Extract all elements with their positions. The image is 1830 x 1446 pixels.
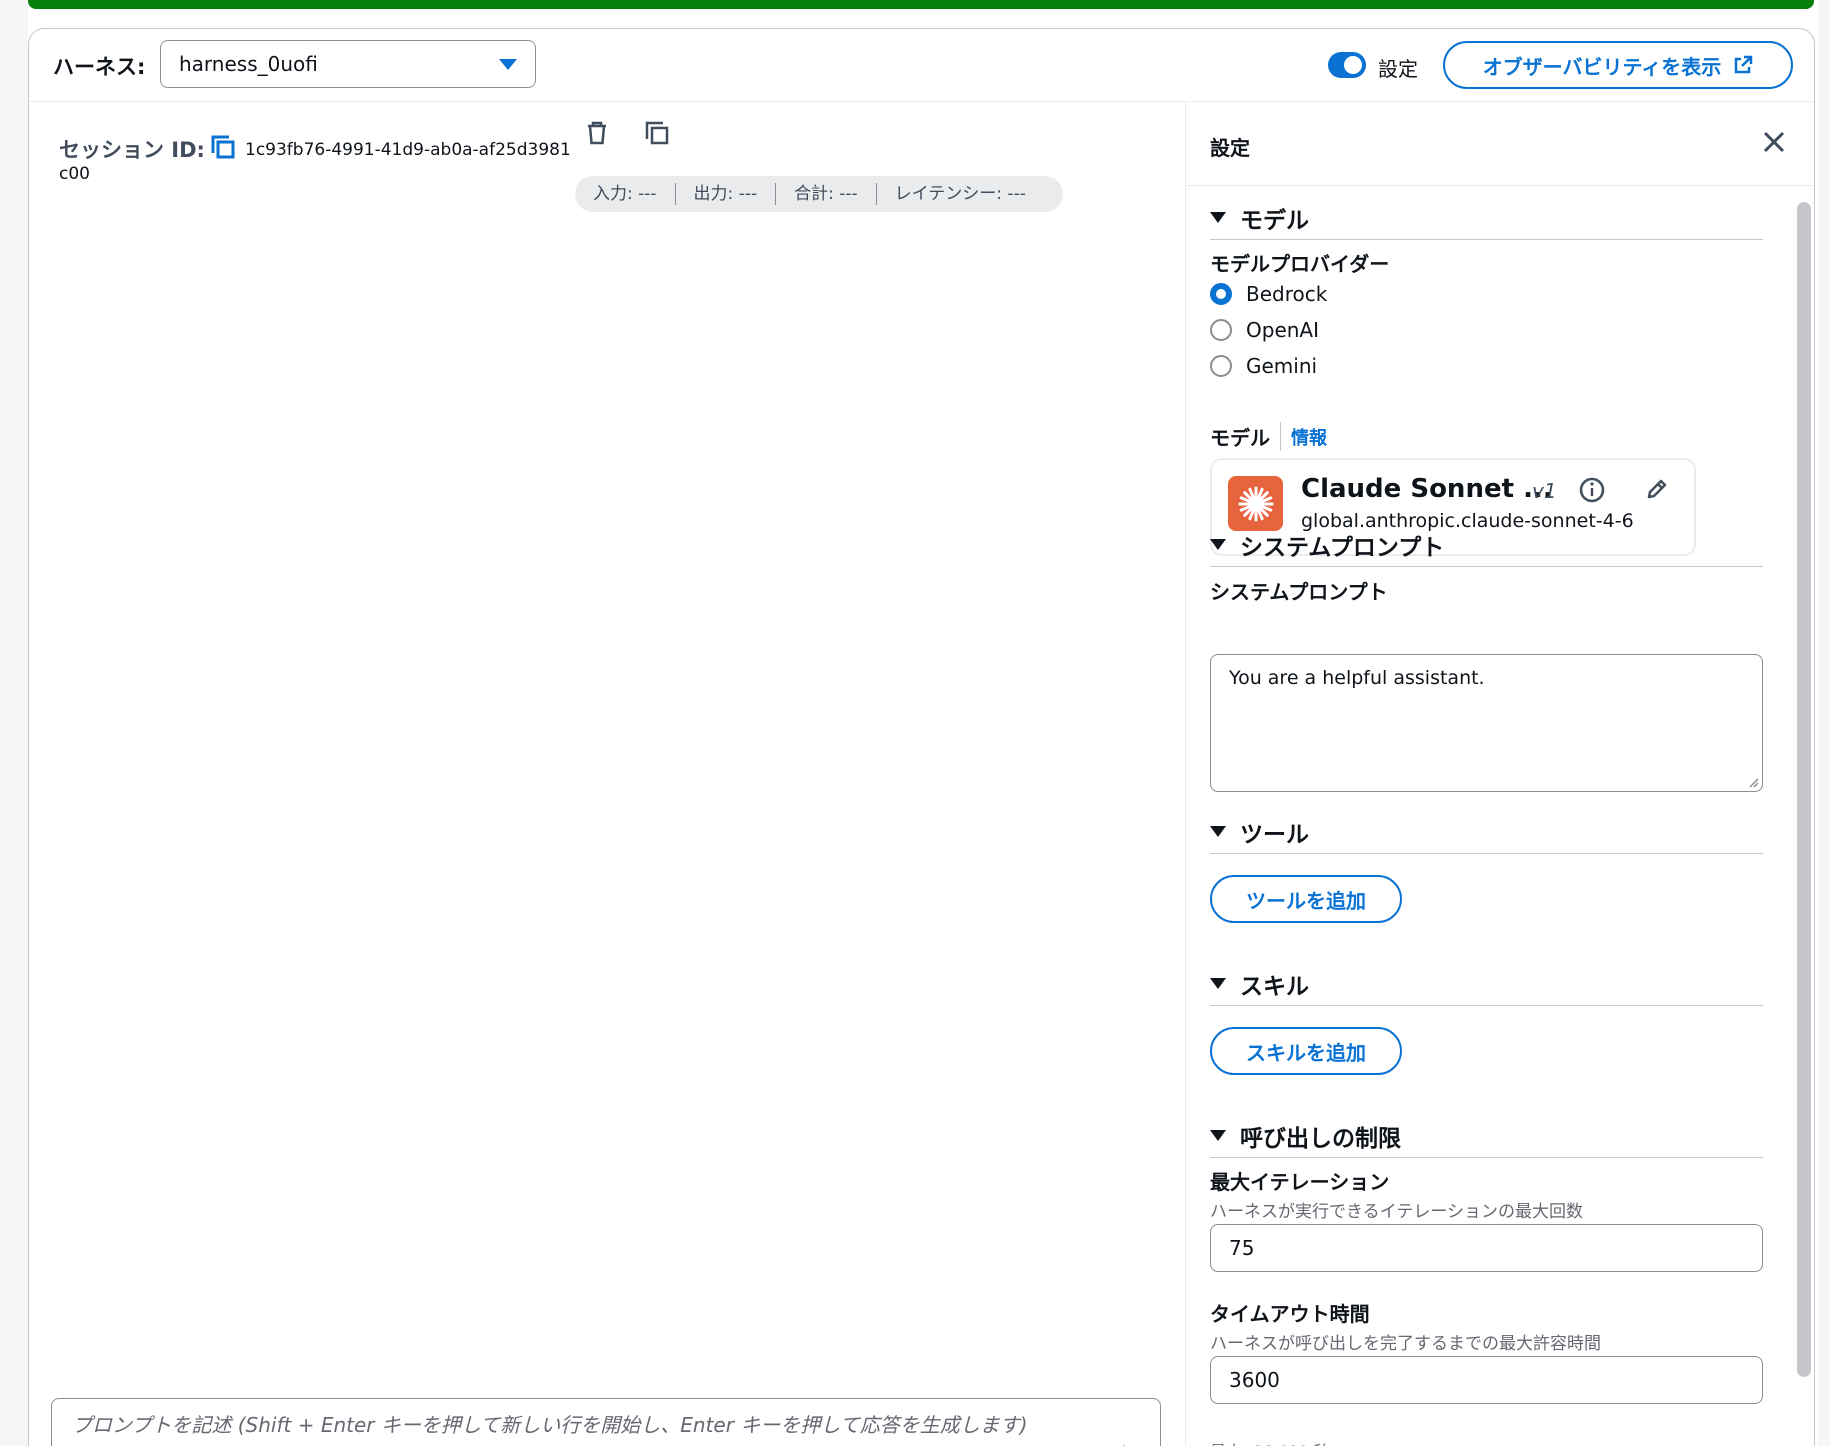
timeout-input[interactable]: 3600 xyxy=(1210,1356,1763,1404)
model-label-row: モデル 情報 xyxy=(1210,422,1327,451)
send-icon[interactable] xyxy=(1120,1441,1144,1446)
panel-header: ハーネス: harness_0uofi 設定 オブザーバビリティを表示 xyxy=(29,29,1814,102)
close-icon[interactable] xyxy=(1760,128,1788,156)
max-iterations-label: 最大イテレーション xyxy=(1210,1170,1390,1194)
radio-label: Bedrock xyxy=(1246,282,1328,306)
system-prompt-value: You are a helpful assistant. xyxy=(1229,667,1485,689)
add-tool-button[interactable]: ツールを追加 xyxy=(1210,875,1402,923)
harness-select[interactable]: harness_0uofi xyxy=(160,40,536,88)
model-version: v1 xyxy=(1532,479,1557,503)
settings-toggle-label: 設定 xyxy=(1378,57,1418,81)
timeout-label: タイムアウト時間 xyxy=(1210,1302,1370,1326)
triangle-down-icon xyxy=(1210,212,1226,223)
session-id-value: 1c93fb76-4991-41d9-ab0a-af25d3981 xyxy=(245,140,571,160)
chat-area: セッション ID: 1c93fb76-4991-41d9-ab0a-af25d3… xyxy=(29,102,1186,1446)
max-iterations-description: ハーネスが実行できるイテレーションの最大回数 xyxy=(1210,1202,1583,1222)
scrollbar[interactable] xyxy=(1797,202,1811,1377)
radio-label: OpenAI xyxy=(1246,318,1319,342)
external-link-icon xyxy=(1735,55,1753,74)
model-provider-label: モデルプロバイダー xyxy=(1210,252,1390,276)
triangle-down-icon xyxy=(1210,978,1226,989)
harness-select-value: harness_0uofi xyxy=(179,52,318,76)
settings-panel: 設定 モデル モデルプロバイダー Bedrock OpenAI Gemini モ… xyxy=(1186,102,1814,1446)
harness-playground-panel: ハーネス: harness_0uofi 設定 オブザーバビリティを表示 セッショ… xyxy=(28,28,1815,1446)
edit-icon[interactable] xyxy=(1644,476,1670,502)
add-skill-button[interactable]: スキルを追加 xyxy=(1210,1027,1402,1075)
view-observability-label: オブザーバビリティを表示 xyxy=(1482,54,1722,79)
model-section-header[interactable]: モデル xyxy=(1210,196,1763,240)
model-label: モデル xyxy=(1210,422,1281,451)
max-iterations-value: 75 xyxy=(1229,1236,1255,1260)
system-prompt-section-title: システムプロンプト xyxy=(1240,534,1445,561)
radio-label: Gemini xyxy=(1246,354,1318,378)
settings-title: 設定 xyxy=(1210,136,1250,160)
triangle-down-icon xyxy=(1210,539,1226,550)
model-name: Claude Sonnet ... xyxy=(1301,474,1553,504)
tools-section-title: ツール xyxy=(1240,821,1309,848)
triangle-down-icon xyxy=(1210,1130,1226,1141)
system-prompt-section-header[interactable]: システムプロンプト xyxy=(1210,523,1763,567)
radio-button xyxy=(1210,319,1232,341)
skills-section-title: スキル xyxy=(1240,973,1309,1000)
model-section-title: モデル xyxy=(1240,207,1309,234)
tools-section-header[interactable]: ツール xyxy=(1210,810,1763,854)
radio-gemini[interactable]: Gemini xyxy=(1210,354,1317,378)
caret-down-icon xyxy=(499,58,517,70)
prompt-placeholder: プロンプトを記述 (Shift + Enter キーを押して新しい行を開始し、E… xyxy=(72,1413,1028,1437)
metric-latency: レイテンシー: --- xyxy=(894,184,1026,204)
session-id-label: セッション ID: xyxy=(59,138,205,162)
radio-button xyxy=(1210,355,1232,377)
triangle-down-icon xyxy=(1210,826,1226,837)
trash-icon[interactable] xyxy=(582,118,612,148)
add-tool-label: ツールを追加 xyxy=(1246,888,1366,913)
system-prompt-textarea[interactable]: You are a helpful assistant. xyxy=(1210,654,1763,792)
info-icon[interactable] xyxy=(1578,476,1606,504)
limits-section-title: 呼び出しの制限 xyxy=(1240,1125,1401,1152)
info-link[interactable]: 情報 xyxy=(1281,424,1327,450)
timeout-value: 3600 xyxy=(1229,1368,1280,1392)
metric-input: 入力: --- xyxy=(575,183,676,205)
token-metrics-bar: 入力: --- 出力: --- 合計: --- レイテンシー: --- xyxy=(575,176,1063,212)
skills-section-header[interactable]: スキル xyxy=(1210,962,1763,1006)
timeout-hint: 最大: 86,400 秒 xyxy=(1210,1438,1330,1446)
divider xyxy=(1186,185,1814,186)
radio-openai[interactable]: OpenAI xyxy=(1210,318,1319,342)
timeout-description: ハーネスが呼び出しを完了するまでの最大許容時間 xyxy=(1210,1334,1601,1354)
status-top-bar xyxy=(28,0,1814,9)
session-id-value-continued: c00 xyxy=(59,164,90,184)
settings-toggle[interactable] xyxy=(1328,52,1366,78)
page-background-left xyxy=(0,0,28,1446)
view-observability-button[interactable]: オブザーバビリティを表示 xyxy=(1443,41,1793,89)
limits-section-header[interactable]: 呼び出しの制限 xyxy=(1210,1114,1763,1158)
max-iterations-input[interactable]: 75 xyxy=(1210,1224,1763,1272)
duplicate-icon[interactable] xyxy=(642,118,672,148)
radio-bedrock[interactable]: Bedrock xyxy=(1210,282,1327,306)
resize-handle-icon[interactable] xyxy=(1747,776,1759,788)
metric-output: 出力: --- xyxy=(676,183,777,205)
system-prompt-label: システムプロンプト xyxy=(1210,580,1388,604)
add-skill-label: スキルを追加 xyxy=(1246,1040,1366,1065)
page-background-right xyxy=(1818,0,1830,1446)
prompt-input[interactable]: プロンプトを記述 (Shift + Enter キーを押して新しい行を開始し、E… xyxy=(51,1398,1161,1446)
metric-total: 合計: --- xyxy=(776,183,877,205)
radio-button-checked xyxy=(1210,283,1232,305)
harness-label: ハーネス: xyxy=(53,55,146,79)
copy-icon[interactable] xyxy=(209,133,237,161)
